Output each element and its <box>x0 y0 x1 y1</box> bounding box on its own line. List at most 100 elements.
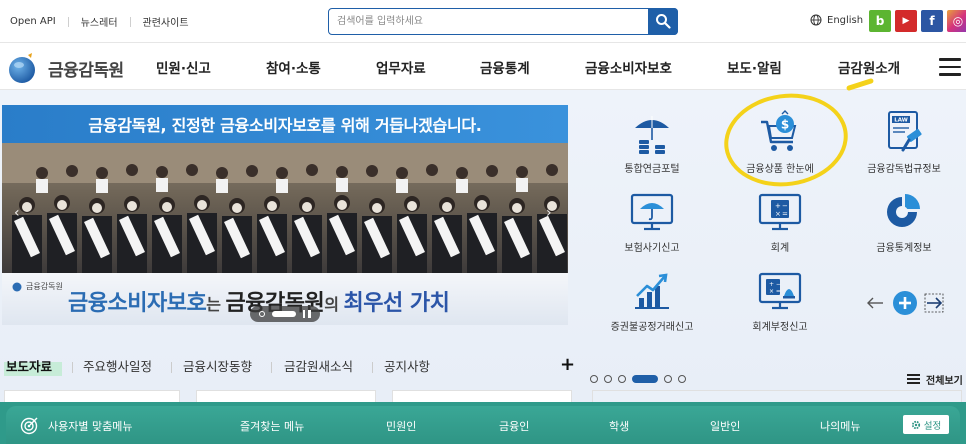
arrow-left-icon[interactable] <box>866 297 884 309</box>
quick-menu-label: 금융상품 한눈에 <box>746 164 814 175</box>
svg-text:$: $ <box>781 118 789 132</box>
quick-menu-insurance-fraud[interactable]: 보험사기신고 <box>597 191 707 254</box>
related-sites-link[interactable]: 관련사이트 <box>143 14 189 29</box>
page-dot[interactable] <box>590 375 598 383</box>
shopping-cart-dollar-icon: $ <box>761 110 797 151</box>
page-dot[interactable] <box>618 375 626 383</box>
divider <box>72 362 73 373</box>
quick-menu-nav <box>866 290 944 316</box>
svg-text:×: × <box>775 210 781 218</box>
svg-text:+ −: + − <box>769 281 781 288</box>
banner-fss-logo: 금융감독원 <box>12 281 63 292</box>
nav-item-consumer-protection[interactable]: 금융소비자보호 <box>585 57 672 77</box>
search-input[interactable] <box>337 12 637 31</box>
tab-fss-news[interactable]: 금감원새소식 <box>284 356 353 375</box>
custom-menu-title: 사용자별 맞춤메뉴 <box>20 417 132 435</box>
nav-item-about-fss[interactable]: 금감원소개 <box>838 57 900 77</box>
main-banner[interactable]: 금융감독원, 진정한 금융소비자보호를 위해 거듭나겠습니다. 금융감독원 금융… <box>2 105 568 325</box>
quick-menu-accounting-fraud[interactable]: + − × = 회계부정신고 <box>725 270 835 333</box>
list-icon <box>907 373 920 386</box>
quick-menu-financial-products[interactable]: $ 금융상품 한눈에 <box>725 110 835 175</box>
search-box <box>328 7 678 35</box>
utility-bar: Open API 뉴스레터 관련사이트 English <box>0 0 966 42</box>
news-tabs: 보도자료 주요행사일정 금융시장동향 금감원새소식 공지사항 + <box>0 352 580 382</box>
custom-menu-general-public[interactable]: 일반인 <box>710 418 740 434</box>
umbrella-coins-icon <box>635 116 669 154</box>
language-switch[interactable]: English <box>810 14 863 26</box>
monitor-alert-icon: + − × = <box>758 272 802 310</box>
menu-icon[interactable] <box>939 58 961 76</box>
arrow-right-icon[interactable] <box>924 293 944 313</box>
quick-menu-label: 금융감독법규정보 <box>867 164 941 175</box>
nav-item-press-notices[interactable]: 보도·알림 <box>727 57 782 77</box>
quick-menu-label: 회계 <box>770 243 790 254</box>
rising-chart-icon <box>635 273 669 309</box>
utility-links: Open API 뉴스레터 관련사이트 <box>10 14 189 29</box>
slide-dot[interactable] <box>259 311 266 317</box>
quick-menu-securities-report[interactable]: 증권불공정거래신고 <box>597 270 707 333</box>
svg-text:=: = <box>782 210 788 218</box>
view-all-button[interactable]: 전체보기 <box>907 372 963 387</box>
banner-prev-arrow-icon[interactable]: ‹ <box>14 205 20 221</box>
view-all-label: 전체보기 <box>926 376 963 387</box>
target-icon <box>20 417 38 435</box>
open-api-link[interactable]: Open API <box>10 16 56 27</box>
gear-icon <box>911 420 920 429</box>
custom-menu-panel: 사용자별 맞춤메뉴 즐겨찾는 메뉴 민원인 금융인 학생 일반인 나의메뉴 설정 <box>6 406 960 444</box>
quick-menu-pension-portal[interactable]: 통합연금포털 <box>597 110 707 175</box>
search-button[interactable] <box>648 7 678 35</box>
logo-icon <box>6 52 40 84</box>
divider <box>67 16 69 27</box>
pause-icon[interactable] <box>302 310 311 318</box>
divider <box>171 362 172 373</box>
custom-menu-bar: 사용자별 맞춤메뉴 즐겨찾는 메뉴 민원인 금융인 학생 일반인 나의메뉴 설정 <box>0 402 966 444</box>
quick-menu-statistics[interactable]: 금융통계정보 <box>849 191 959 254</box>
settings-button[interactable]: 설정 <box>903 415 949 434</box>
site-logo[interactable]: 금융감독원 <box>6 52 124 84</box>
logo-text: 금융감독원 <box>48 60 124 81</box>
banner-next-arrow-icon[interactable]: › <box>546 205 552 221</box>
page-dot[interactable] <box>678 375 686 383</box>
plus-circle-icon[interactable] <box>892 290 918 316</box>
tab-market-trends[interactable]: 금융시장동향 <box>183 356 252 375</box>
calculator-monitor-icon: + − × = <box>758 193 802 231</box>
custom-menu-student[interactable]: 학생 <box>609 418 629 434</box>
custom-menu-favorites[interactable]: 즐겨찾는 메뉴 <box>240 418 304 434</box>
quick-menu-label: 금융통계정보 <box>876 243 932 254</box>
quick-menu-label: 증권불공정거래신고 <box>610 322 694 333</box>
divider <box>129 16 131 27</box>
globe-icon <box>810 14 822 26</box>
quick-menu-label: 통합연금포털 <box>624 164 680 175</box>
social-links: b ▶ f ◎ <box>869 10 966 32</box>
quick-menu-accounting[interactable]: + − × = 회계 <box>725 191 835 254</box>
blog-icon[interactable]: b <box>869 10 891 32</box>
language-label: English <box>827 14 864 26</box>
nav-item-civil-petition[interactable]: 민원·신고 <box>156 57 211 77</box>
nav-item-financial-statistics[interactable]: 금융통계 <box>480 57 530 77</box>
slide-controls <box>250 306 320 322</box>
tab-press-releases[interactable]: 보도자료 <box>6 356 52 375</box>
more-news-button[interactable]: + <box>560 354 575 375</box>
custom-menu-financial-worker[interactable]: 금융인 <box>499 418 529 434</box>
nav-item-work-materials[interactable]: 업무자료 <box>376 57 426 77</box>
youtube-icon[interactable]: ▶ <box>895 10 917 32</box>
newsletter-link[interactable]: 뉴스레터 <box>81 14 118 29</box>
nav-item-participation[interactable]: 참여·소통 <box>266 57 321 77</box>
page-dot-active[interactable] <box>632 375 658 383</box>
svg-text:× =: × = <box>769 288 781 295</box>
main-nav: 금융감독원 민원·신고 참여·소통 업무자료 금융통계 금융소비자보호 보도·알… <box>0 42 966 90</box>
custom-menu-my-menu[interactable]: 나의메뉴 <box>820 418 860 434</box>
facebook-icon[interactable]: f <box>921 10 943 32</box>
quick-menu-law-info[interactable]: LAW 금융감독법규정보 <box>849 110 959 175</box>
page-dot[interactable] <box>664 375 672 383</box>
custom-menu-petitioner[interactable]: 민원인 <box>386 418 416 434</box>
svg-text:+: + <box>775 202 781 210</box>
divider <box>372 362 373 373</box>
tab-event-schedule[interactable]: 주요행사일정 <box>83 356 152 375</box>
instagram-icon[interactable]: ◎ <box>947 10 966 32</box>
monitor-umbrella-icon <box>630 193 674 231</box>
tab-notices[interactable]: 공지사항 <box>384 356 430 375</box>
page-dot[interactable] <box>604 375 612 383</box>
svg-text:LAW: LAW <box>894 118 908 124</box>
slide-active-indicator[interactable] <box>271 311 296 317</box>
